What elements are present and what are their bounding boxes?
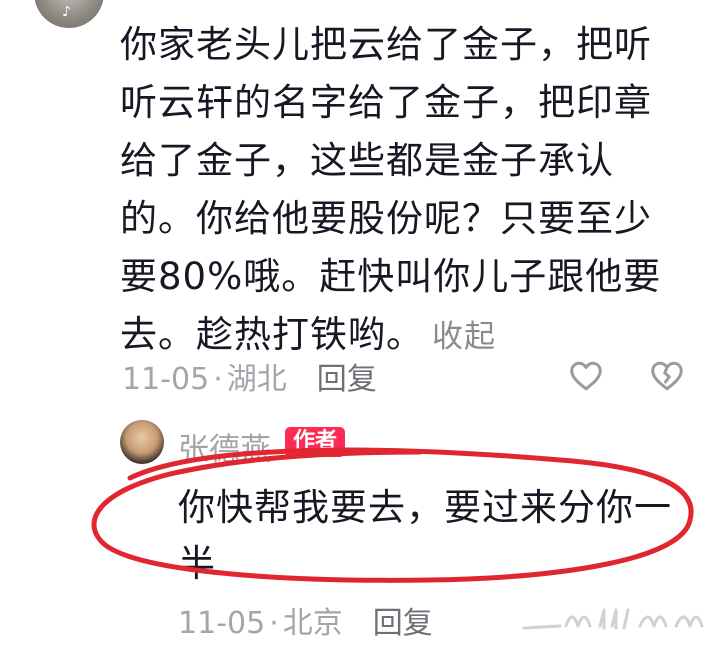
- heart-outline-icon[interactable]: [568, 358, 604, 394]
- author-badge: 作者: [285, 427, 346, 457]
- comment-line: 听云轩的名字给了金子，把印章: [120, 81, 652, 124]
- comment-line: 给了金子，这些都是金子承认: [120, 139, 614, 182]
- meta-separator: ·: [213, 362, 223, 397]
- comment-text: 你家老头儿把云给了金子，把听 听云轩的名字给了金子，把印章 给了金子，这些都是金…: [120, 16, 680, 366]
- watermark-mark: [522, 608, 704, 630]
- reply-date: 11-05: [178, 606, 266, 641]
- reply-reply-button[interactable]: 回复: [373, 606, 433, 641]
- meta-separator: ·: [269, 606, 279, 641]
- reply-button[interactable]: 回复: [317, 362, 377, 397]
- comment-meta: 11-05 · 湖北 回复: [122, 354, 377, 398]
- comment-line-text: 去。趁热打铁哟。: [120, 313, 424, 356]
- reply-location: 北京: [282, 606, 343, 641]
- broken-heart-outline-icon[interactable]: [649, 358, 685, 394]
- comment-location: 湖北: [226, 362, 287, 397]
- comment-date: 11-05: [122, 362, 210, 397]
- comment-line: 要80%哦。赶快叫你儿子跟他要: [120, 255, 662, 298]
- reply-text: 你快帮我要去，要过来分你一 半: [178, 480, 698, 592]
- reply-author-avatar[interactable]: [120, 420, 164, 464]
- reply-line: 半: [178, 542, 216, 585]
- reply-author-name[interactable]: 张德燕: [178, 424, 271, 469]
- collapse-link[interactable]: 收起: [432, 319, 496, 355]
- tiktok-logo-icon: ♪: [62, 4, 71, 20]
- reply-meta: 11-05 · 北京 回复: [178, 598, 433, 642]
- comment-line: 的。你给他要股份呢？只要至少: [120, 197, 652, 240]
- reply-line: 你快帮我要去，要过来分你一: [178, 486, 672, 529]
- comment-line: 你家老头儿把云给了金子，把听: [120, 23, 652, 66]
- commenter-avatar[interactable]: ♪: [34, 0, 104, 28]
